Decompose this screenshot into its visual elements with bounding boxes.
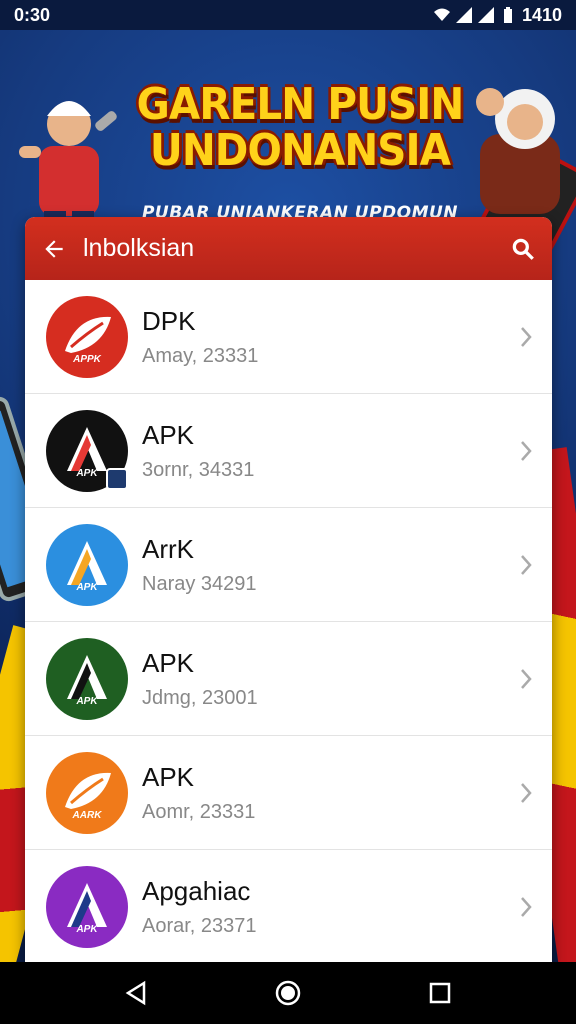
app-icon: APPK (46, 295, 128, 378)
nav-home-button[interactable] (268, 973, 308, 1013)
app-list: APPK DPK Amay, 23331 APK APK 3ornr, 3433… (25, 280, 552, 964)
list-item-text: DPK Amay, 23331 (142, 306, 506, 368)
chevron-right-icon (506, 554, 546, 576)
back-button[interactable] (25, 217, 83, 280)
battery-icon (503, 7, 512, 23)
nav-back-button[interactable] (116, 973, 156, 1013)
list-item[interactable]: AARK APK Aomr, 23331 (25, 736, 552, 850)
banner-title: GARELN PUSIN UNDONANSIA (136, 79, 465, 176)
list-item[interactable]: APK Apgahiac Aorar, 23371 (25, 850, 552, 964)
app-meta: Jdmg, 23001 (142, 686, 258, 709)
search-icon (512, 238, 534, 260)
chevron-right-icon (506, 782, 546, 804)
signal-icon (477, 7, 494, 23)
chevron-right-icon (506, 326, 546, 348)
app-icon: APK (46, 637, 128, 720)
status-clock: 1410 (521, 4, 562, 25)
chevron-right-icon (506, 668, 546, 690)
chevron-right-icon (506, 896, 546, 918)
list-item[interactable]: APPK DPK Amay, 23331 (25, 280, 552, 394)
status-icons: 1410 (433, 4, 562, 26)
status-bar: 0:30 1410 (0, 0, 576, 30)
app-list-panel: lnbolksian APPK DPK Amay, 23331 APK APK … (25, 217, 552, 967)
app-meta: Naray 34291 (142, 572, 257, 595)
chevron-right-icon (506, 440, 546, 462)
app-meta: 3ornr, 34331 (142, 458, 255, 481)
badge-icon (106, 467, 128, 490)
list-item[interactable]: APK APK 3ornr, 34331 (25, 394, 552, 508)
circle-home-icon (275, 980, 301, 1006)
app-name: ArrK (142, 533, 194, 564)
search-button[interactable] (494, 217, 552, 280)
nav-recents-button[interactable] (420, 973, 460, 1013)
app-icon: AARK (46, 751, 128, 834)
list-item[interactable]: APK APK Jdmg, 23001 (25, 622, 552, 736)
list-item-text: APK Aomr, 23331 (142, 762, 506, 824)
status-time: 0:30 (14, 4, 51, 25)
app-name: APK (142, 761, 195, 792)
list-item-text: APK 3ornr, 34331 (142, 420, 506, 482)
app-meta: Aomr, 23331 (142, 800, 256, 823)
arrow-left-icon (45, 239, 63, 258)
app-name: APK (142, 419, 195, 450)
app-name: Apgahiac (142, 876, 251, 906)
signal-icon (455, 7, 472, 23)
page-title: lnbolksian (83, 234, 195, 262)
app-meta: Aorar, 23371 (142, 915, 257, 937)
app-bar: lnbolksian (25, 217, 552, 280)
list-item-text: ArrK Naray 34291 (142, 534, 506, 596)
mascot-woman-illustration (476, 88, 560, 214)
list-item-text: APK Jdmg, 23001 (142, 648, 506, 710)
square-recents-icon (429, 982, 451, 1004)
app-meta: Amay, 23331 (142, 344, 259, 367)
app-icon: APK (46, 523, 128, 606)
app-icon: APK (46, 866, 128, 948)
system-nav-bar (0, 962, 576, 1024)
list-item[interactable]: APK ArrK Naray 34291 (25, 508, 552, 622)
list-item-text: Apgahiac Aorar, 23371 (142, 876, 506, 938)
app-icon: APK (46, 409, 128, 492)
triangle-back-icon (125, 980, 146, 1006)
app-name: DPK (142, 305, 196, 336)
wifi-icon (433, 8, 450, 21)
app-name: APK (142, 647, 195, 678)
